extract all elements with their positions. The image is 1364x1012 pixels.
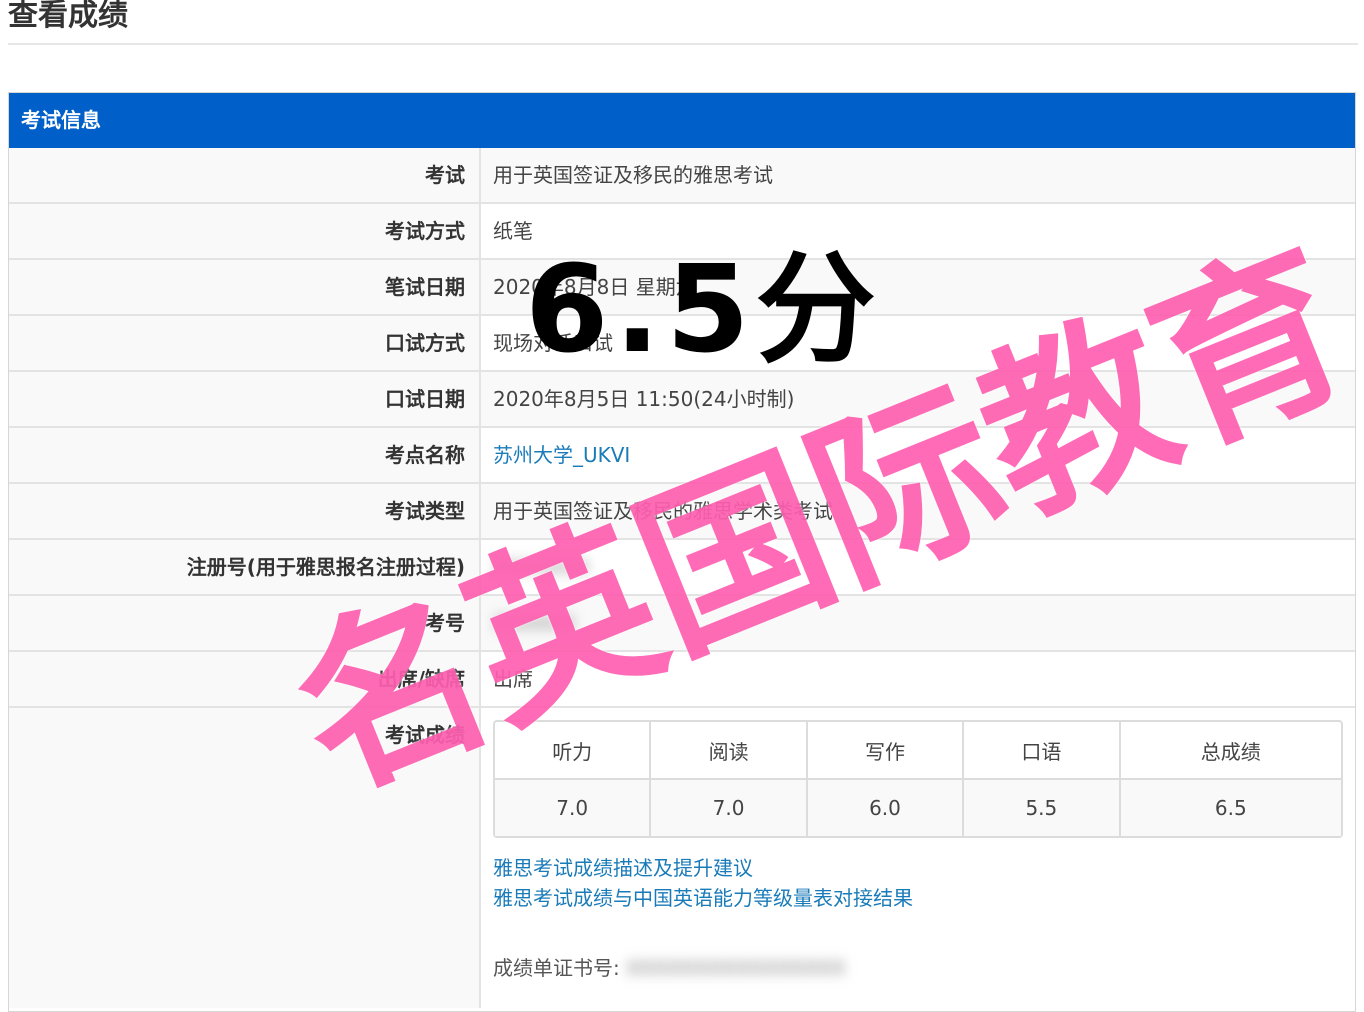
row-label: 口试方式 <box>9 316 481 370</box>
score-header-writing: 写作 <box>807 722 965 780</box>
score-header-reading: 阅读 <box>651 722 808 780</box>
row-label: 口试日期 <box>9 372 481 426</box>
row-label: 考试 <box>9 148 481 202</box>
score-listening: 7.0 <box>495 780 652 836</box>
row-label: 考试方式 <box>9 204 481 258</box>
certificate-label: 成绩单证书号: <box>493 956 620 980</box>
score-area: 听力 阅读 写作 口语 总成绩 7.0 7.0 6.0 5.5 6.5 雅思考试… <box>481 708 1355 1008</box>
score-header-row: 听力 阅读 写作 口语 总成绩 <box>495 722 1341 780</box>
cse-alignment-link[interactable]: 雅思考试成绩与中国英语能力等级量表对接结果 <box>493 883 913 913</box>
score-description-link[interactable]: 雅思考试成绩描述及提升建议 <box>493 853 913 883</box>
score-links: 雅思考试成绩描述及提升建议 雅思考试成绩与中国英语能力等级量表对接结果 <box>493 853 913 913</box>
page-title: 查看成绩 <box>8 0 128 33</box>
score-overall: 6.5 <box>1120 780 1341 836</box>
certificate-value: XXXXXXXXXXXXXXXX <box>626 956 846 980</box>
row-label: 笔试日期 <box>9 260 481 314</box>
certificate-number: 成绩单证书号: XXXXXXXXXXXXXXXX <box>493 952 856 981</box>
score-speaking: 5.5 <box>964 780 1121 836</box>
info-row-scores: 考试成绩 听力 阅读 写作 口语 总成绩 7.0 7.0 6.0 5.5 6.5… <box>9 708 1355 1008</box>
info-row-exam: 考试 用于英国签证及移民的雅思考试 <box>9 148 1355 204</box>
score-header-speaking: 口语 <box>964 722 1121 780</box>
score-writing: 6.0 <box>807 780 965 836</box>
row-label: 考点名称 <box>9 428 481 482</box>
row-value: 用于英国签证及移民的雅思考试 <box>481 148 1355 202</box>
score-value-row: 7.0 7.0 6.0 5.5 6.5 <box>495 780 1341 836</box>
panel-header: 考试信息 <box>9 93 1355 148</box>
score-table: 听力 阅读 写作 口语 总成绩 7.0 7.0 6.0 5.5 6.5 <box>493 720 1343 838</box>
title-divider <box>8 43 1358 45</box>
score-header-overall: 总成绩 <box>1120 722 1341 780</box>
score-reading: 7.0 <box>651 780 808 836</box>
